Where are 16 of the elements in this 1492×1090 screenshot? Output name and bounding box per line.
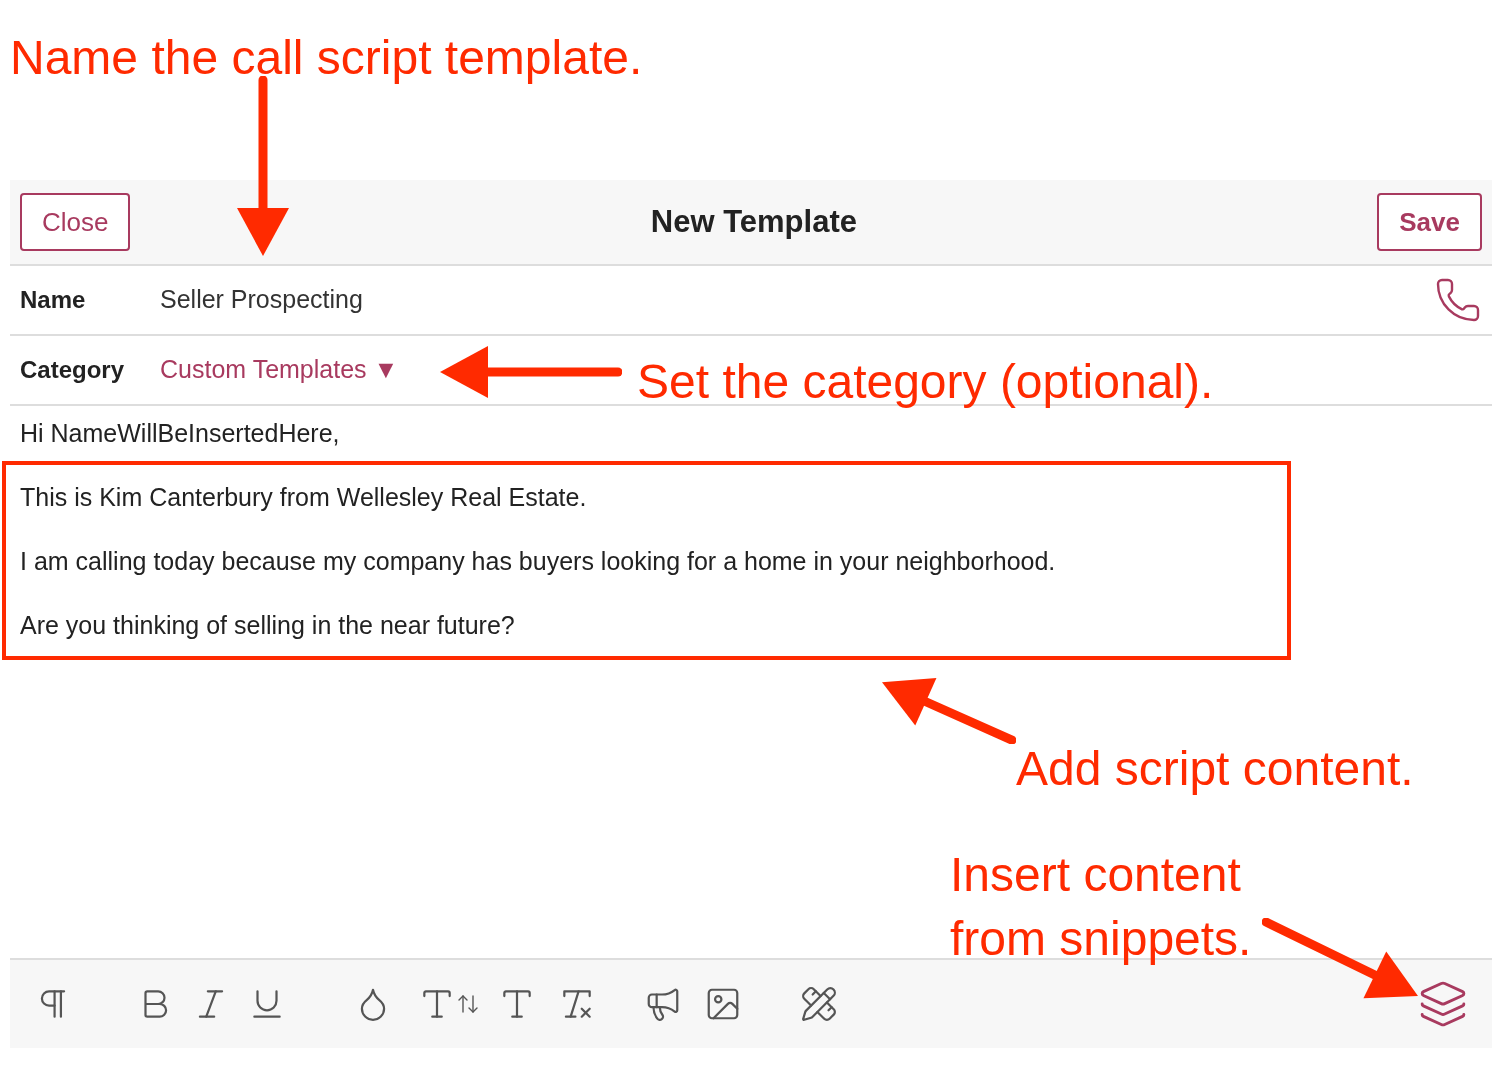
script-line: I am calling today because my company has buyers looking for a home in your neighborhood. — [20, 546, 1057, 577]
category-dropdown[interactable]: Custom Templates ▼ — [160, 351, 399, 389]
close-button[interactable]: Close — [20, 193, 131, 251]
annotation: Set the category (optional). — [637, 354, 1214, 410]
field-label: Category — [20, 355, 126, 385]
annotation: Add script content. — [1016, 741, 1414, 797]
phone-icon — [1434, 276, 1482, 324]
dialog-title: New Template — [650, 202, 857, 241]
field-label: Name — [20, 285, 87, 315]
annotation: Insert content from snippets. — [950, 847, 1253, 967]
script-line: This is Kim Canterbury from Wellesley Real Estate. — [20, 482, 588, 513]
script-line: Hi NameWillBeInsertedHere, — [20, 418, 341, 449]
save-button[interactable]: Save — [1377, 193, 1482, 251]
name-field[interactable]: Seller Prospecting — [160, 281, 1434, 319]
annotation: Name the call script template. — [10, 30, 643, 86]
script-line: Are you thinking of selling in the near future? — [20, 610, 516, 641]
